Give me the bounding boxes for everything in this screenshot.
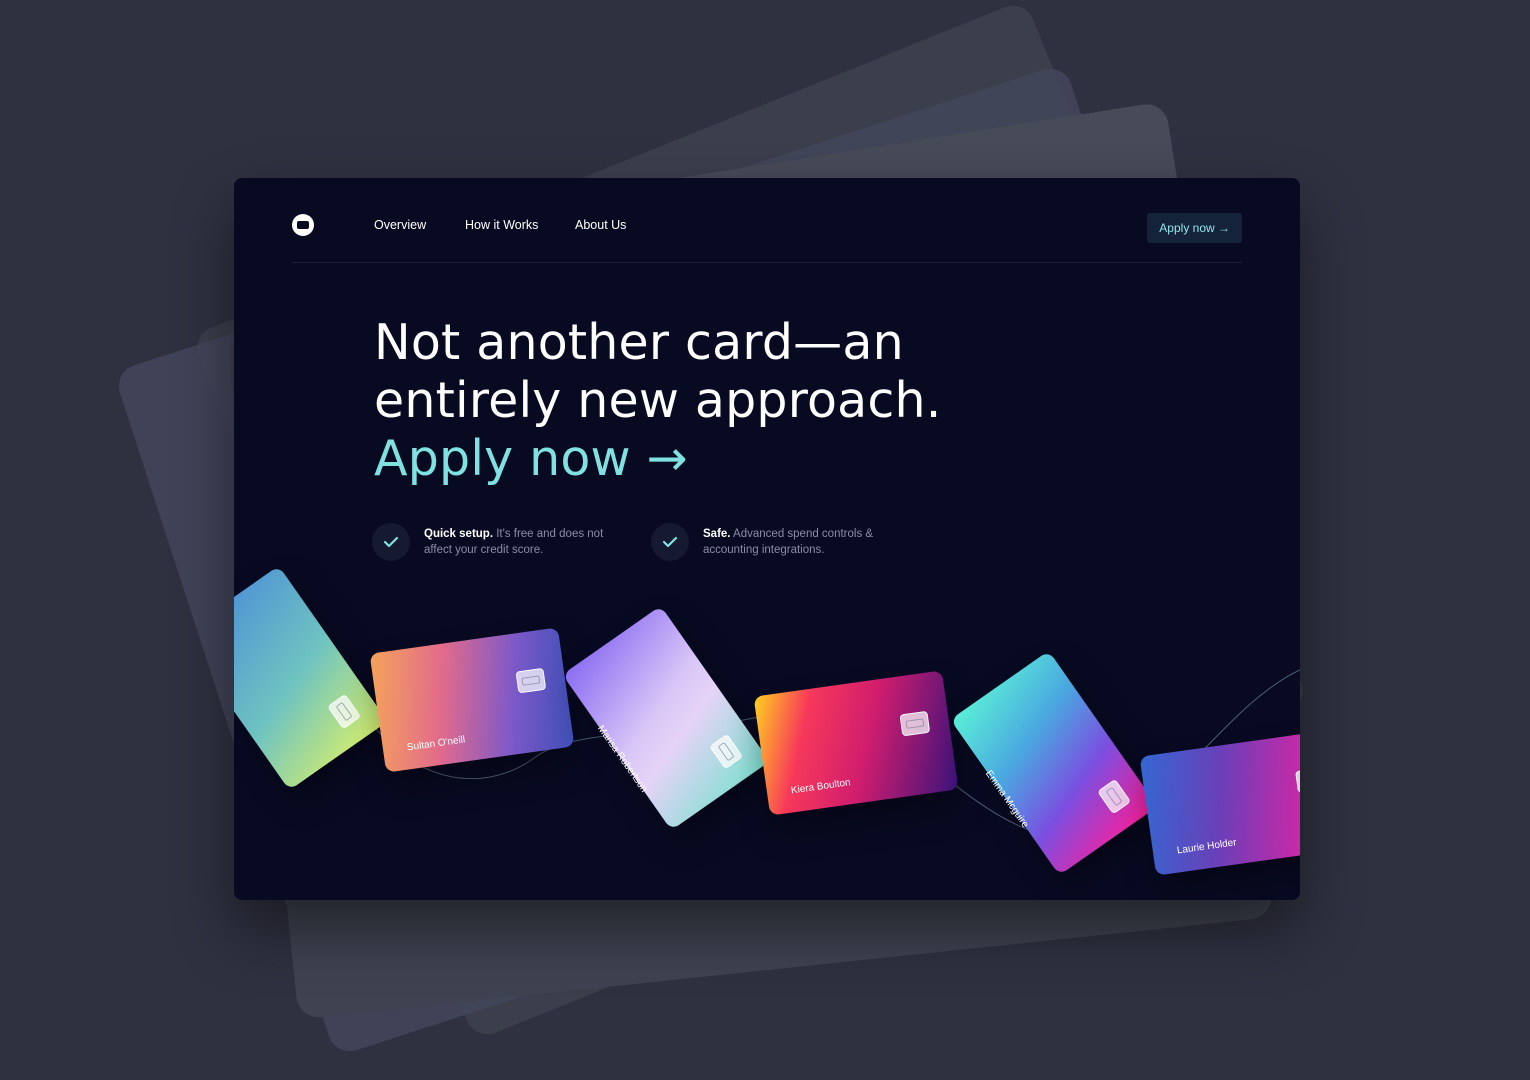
chip-icon xyxy=(1097,778,1132,815)
credit-card: Emma Mcguire xyxy=(950,650,1158,876)
stage: Overview How it Works About Us Apply now… xyxy=(0,0,1530,1080)
apply-now-button[interactable]: Apply now → xyxy=(1147,213,1242,243)
feature-title: Quick setup. xyxy=(424,528,494,540)
credit-card xyxy=(234,565,388,791)
headline-line-2: entirely new approach. xyxy=(374,372,942,429)
top-nav: Overview How it Works About Us Apply now… xyxy=(292,208,1242,263)
cardholder-name: Laurie Holder xyxy=(1176,837,1238,857)
nav-link-about-us[interactable]: About Us xyxy=(575,218,626,232)
feature-title: Safe. xyxy=(703,528,731,540)
chip-icon xyxy=(899,710,931,737)
hero: Not another card—an entirely new approac… xyxy=(374,314,1074,488)
hero-headline: Not another card—an entirely new approac… xyxy=(374,314,1074,488)
cardholder-name: Sultan O'neill xyxy=(406,734,466,754)
credit-card: Kiera Boulton xyxy=(753,670,959,816)
cardholder-name: Emma Mcguire xyxy=(982,768,1031,830)
check-icon xyxy=(651,523,689,561)
nav-link-overview[interactable]: Overview xyxy=(374,218,426,232)
feature-description: Quick setup. It's free and does not affe… xyxy=(424,526,624,558)
credit-card: Laurie Holder xyxy=(1139,730,1300,876)
hero-apply-link[interactable]: Apply now → xyxy=(374,430,1074,488)
cardholder-name: Kiera Boulton xyxy=(790,777,852,797)
chip-icon xyxy=(1295,767,1300,794)
check-icon xyxy=(372,523,410,561)
feature-description: Safe. Advanced spend controls & accounti… xyxy=(703,526,903,558)
landing-page-window: Overview How it Works About Us Apply now… xyxy=(234,178,1300,900)
chip-icon xyxy=(327,693,362,730)
chip-icon xyxy=(515,667,547,694)
card-logo-icon[interactable] xyxy=(292,214,314,236)
chip-icon xyxy=(709,733,744,770)
nav-link-how-it-works[interactable]: How it Works xyxy=(465,218,538,232)
cardholder-name: Marisa Robertson xyxy=(594,723,650,795)
credit-card: Sultan O'neill xyxy=(369,627,575,773)
credit-card: Marisa Robertson xyxy=(562,605,770,831)
headline-line-1: Not another card—an xyxy=(374,314,904,371)
